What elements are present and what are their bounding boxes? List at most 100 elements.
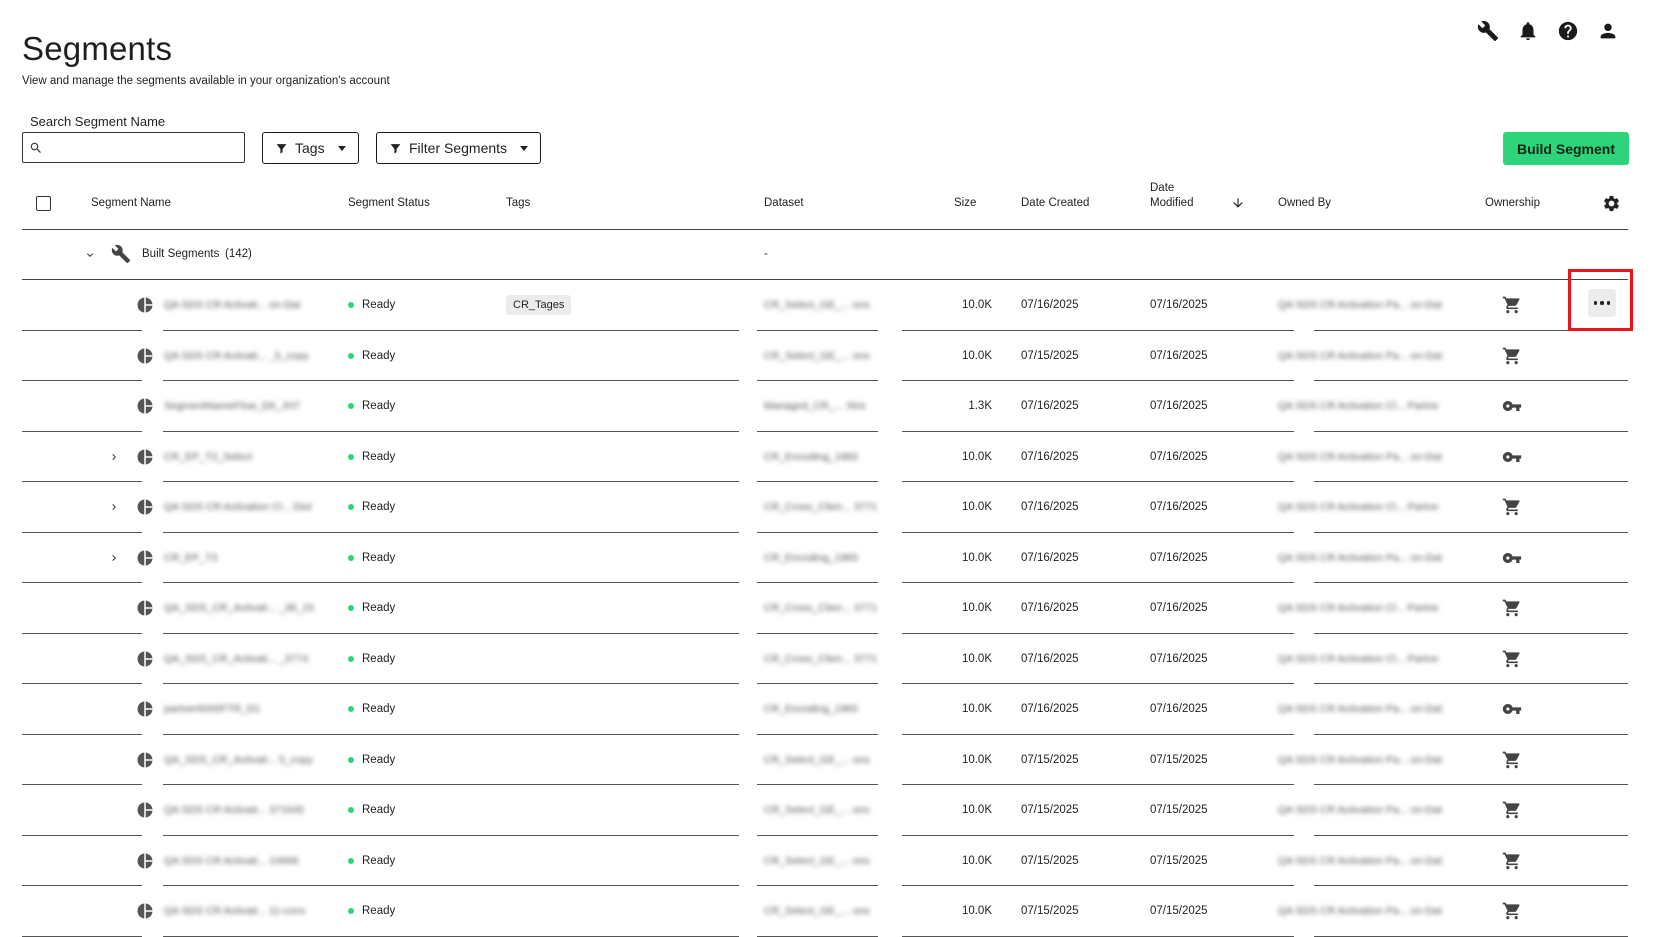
table-row[interactable]: QA_SDS_CR_Activati... 5_copy Ready CR_Sele… (22, 735, 1628, 786)
segment-name[interactable]: QA SDS CR Activation Cl... Dist (164, 482, 312, 533)
search-box[interactable] (22, 132, 245, 163)
date-modified: 07/15/2025 (1150, 753, 1208, 766)
segment-name[interactable]: QA SDS CR Activati... 371645 (164, 785, 304, 836)
sort-desc-arrow-icon[interactable] (1231, 195, 1245, 211)
chevron-right-icon[interactable] (108, 533, 120, 584)
col-owned-by[interactable]: Owned By (1278, 197, 1331, 209)
segment-name[interactable]: QA SDS CR Activati... 11-conv (164, 886, 306, 937)
segment-size: 10.0K (961, 854, 992, 867)
segment-name[interactable]: QA SDS CR Activati... _5_copy (164, 331, 309, 382)
date-created: 07/15/2025 (1021, 753, 1079, 766)
segment-name[interactable]: QA SDS CR Activati... on-Dat (164, 280, 301, 331)
group-label: Built Segments (142, 248, 220, 260)
dataset-name: Managed_CR_... Stre (764, 400, 866, 413)
pie-chart-icon (136, 533, 154, 584)
dataset-name: CR_Cross_Clien... 3771 (764, 501, 878, 514)
bell-icon[interactable] (1517, 20, 1539, 42)
tag-chip[interactable]: CR_Tages (506, 280, 572, 331)
owned-by: QA SDS CR Activation Pa... on-Dat (1278, 551, 1442, 564)
tag-label: CR_Tages (506, 295, 572, 316)
status-badge: Ready (348, 280, 395, 331)
segment-size: 10.0K (961, 299, 992, 312)
pie-chart-icon (136, 785, 154, 836)
filter-segments-label: Filter Segments (409, 140, 508, 156)
table-row[interactable]: QA SDS CR Activati... 371645 Ready CR_Sele… (22, 785, 1628, 836)
status-badge: Ready (348, 684, 395, 735)
status-text: Ready (362, 804, 396, 817)
owned-by: QA SDS CR Activation Pa... on-Dat (1278, 450, 1442, 463)
chevron-right-icon[interactable] (108, 482, 120, 533)
table-row[interactable]: SegmentNameFlow_D6_JH7 Ready Managed_CR_..… (22, 381, 1628, 432)
segment-name[interactable]: QA_SDS_CR_Activati... 5_copy (164, 735, 313, 786)
col-date-modified[interactable]: Date Modified (1150, 181, 1210, 211)
table-row[interactable]: QA SDS CR Activati... on-Dat Ready CR_Tage… (22, 280, 1628, 331)
col-dataset[interactable]: Dataset (764, 197, 804, 209)
cart-icon (1502, 886, 1522, 937)
segment-size: 10.0K (961, 551, 992, 564)
status-text: Ready (362, 602, 396, 615)
col-date-created[interactable]: Date Created (1021, 197, 1089, 209)
table-row[interactable]: QA_SDS_CR_Activati... _3774 Ready CR_Cross… (22, 634, 1628, 685)
status-badge: Ready (348, 331, 395, 382)
table-row[interactable]: CR_EP_T3_Select Ready CR_Encoding_1965 10.0… (22, 432, 1628, 483)
status-badge: Ready (348, 432, 395, 483)
col-segment-status[interactable]: Segment Status (348, 197, 430, 209)
segment-name[interactable]: QA_SDS_CR_Activati... _3774 (164, 634, 308, 685)
select-all-checkbox[interactable] (36, 196, 51, 211)
gear-icon[interactable] (1602, 194, 1621, 213)
filter-segments-button[interactable]: Filter Segments (376, 132, 542, 164)
col-tags[interactable]: Tags (506, 197, 530, 209)
status-dot (348, 655, 354, 662)
table-row[interactable]: QA_SDS_CR_Activati... _38_15 Ready CR_Cros… (22, 583, 1628, 634)
status-dot (348, 554, 354, 561)
user-icon[interactable] (1597, 20, 1619, 42)
table-row[interactable]: CR_EP_T3 Ready CR_Encoding_1965 10.0K 07/16/… (22, 533, 1628, 584)
table-row[interactable]: QA SDS CR Activation Cl... Dist Ready CR_C… (22, 482, 1628, 533)
cart-icon (1502, 634, 1522, 685)
group-row-built-segments[interactable]: Built Segments (142) - (22, 230, 1628, 280)
segment-name[interactable]: partner6000FTR_D1 (164, 684, 260, 735)
wrench-icon[interactable] (1477, 20, 1499, 42)
date-created: 07/15/2025 (1021, 349, 1079, 362)
status-badge: Ready (348, 886, 395, 937)
chevron-right-icon[interactable] (108, 432, 120, 483)
table-row[interactable]: QA SDS CR Activati... 10668 Ready CR_Selec… (22, 836, 1628, 887)
dataset-name: CR_Select_GE_... ons (764, 299, 870, 312)
help-icon[interactable] (1557, 20, 1579, 42)
segment-table-body: QA SDS CR Activati... on-Dat Ready CR_Tage… (22, 280, 1628, 937)
table-row[interactable]: QA SDS CR Activati... 11-conv Ready CR_Sel… (22, 886, 1628, 937)
table-row[interactable]: partner6000FTR_D1 Ready CR_Encoding_1965 10… (22, 684, 1628, 735)
tags-filter-label: Tags (295, 140, 325, 156)
more-actions-button[interactable] (1588, 289, 1616, 317)
segment-name[interactable]: SegmentNameFlow_D6_JH7 (164, 381, 300, 432)
build-segment-button[interactable]: Build Segment (1502, 132, 1629, 165)
col-ownership[interactable]: Ownership (1485, 197, 1540, 209)
pie-chart-icon (136, 735, 154, 786)
status-badge: Ready (348, 785, 395, 836)
col-segment-name[interactable]: Segment Name (91, 197, 171, 209)
status-dot (348, 857, 354, 864)
status-text: Ready (362, 652, 396, 665)
caret-down-icon (337, 145, 346, 151)
col-size[interactable]: Size (954, 197, 976, 209)
table-row[interactable]: QA SDS CR Activati... _5_copy Ready CR_Sel… (22, 331, 1628, 382)
date-modified: 07/16/2025 (1150, 400, 1208, 413)
search-input[interactable] (47, 133, 244, 162)
date-created: 07/15/2025 (1021, 905, 1079, 918)
segment-name[interactable]: CR_EP_T3 (164, 533, 217, 584)
segment-size: 10.0K (961, 652, 992, 665)
status-text: Ready (362, 400, 396, 413)
caret-down-icon (520, 145, 529, 151)
segment-name[interactable]: QA_SDS_CR_Activati... _38_15 (164, 583, 314, 634)
status-badge: Ready (348, 583, 395, 634)
segment-name[interactable]: CR_EP_T3_Select (164, 432, 252, 483)
date-created: 07/16/2025 (1021, 299, 1079, 312)
dataset-name: CR_Select_GE_... ons (764, 804, 870, 817)
wrench-icon (111, 244, 131, 264)
owned-by: QA SDS CR Activation Cl... Partne (1278, 400, 1439, 413)
segment-name[interactable]: QA SDS CR Activati... 10668 (164, 836, 298, 887)
tags-filter-button[interactable]: Tags (262, 132, 359, 164)
chevron-down-icon[interactable] (84, 249, 96, 261)
status-dot (348, 504, 354, 511)
date-created: 07/15/2025 (1021, 854, 1079, 867)
